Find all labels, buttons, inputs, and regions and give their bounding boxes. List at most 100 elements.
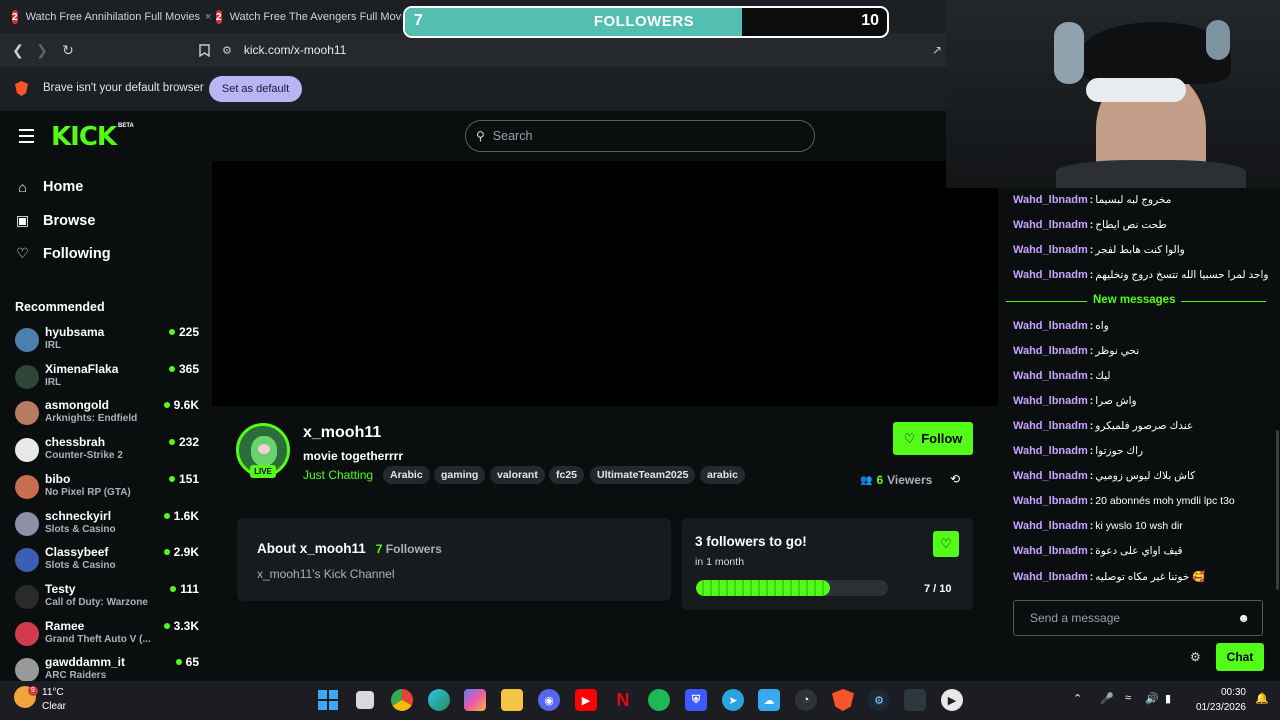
volume-icon[interactable]: 🔊 <box>1145 692 1159 705</box>
close-tab-icon[interactable]: × <box>205 11 211 23</box>
edge-icon[interactable] <box>428 689 450 711</box>
set-as-default-button[interactable]: Set as default <box>209 76 302 102</box>
chat-username[interactable]: Wahd_lbnadm <box>1013 219 1088 231</box>
chat-message[interactable]: Wahd_lbnadm:20 abonnés moh ymdli lpc t3o <box>1013 495 1235 507</box>
share-icon[interactable]: ⟲ <box>950 472 960 486</box>
recommended-channel[interactable]: Ramee Grand Theft Auto V (... 3.3K <box>15 619 199 653</box>
bookmark-icon[interactable] <box>195 41 213 59</box>
cloud-app-icon[interactable]: ☁ <box>758 689 780 711</box>
menu-icon[interactable] <box>19 129 34 143</box>
chat-username[interactable]: Wahd_lbnadm <box>1013 395 1088 407</box>
spotify-icon[interactable] <box>648 689 670 711</box>
recommended-channel[interactable]: schneckyirl Slots & Casino 1.6K <box>15 509 199 543</box>
discord-icon[interactable]: ◉ <box>538 689 560 711</box>
chat-message[interactable]: Wahd_lbnadm: واش صرا <box>1013 395 1137 407</box>
chat-username[interactable]: Wahd_lbnadm <box>1013 345 1088 357</box>
chat-username[interactable]: Wahd_lbnadm <box>1013 445 1088 457</box>
youtube-icon[interactable]: ▶ <box>575 689 597 711</box>
chat-username[interactable]: Wahd_lbnadm <box>1013 520 1088 532</box>
recommended-channel[interactable]: chessbrah Counter-Strike 2 232 <box>15 435 199 469</box>
tag-chip[interactable]: UltimateTeam2025 <box>590 466 696 484</box>
tag-chip[interactable]: valorant <box>490 466 545 484</box>
steam-icon[interactable]: ⚙ <box>868 689 890 711</box>
notification-bell-icon[interactable]: 🔔 <box>1255 692 1269 705</box>
chat-message-input[interactable]: Send a message ☻ <box>1013 600 1263 636</box>
start-icon[interactable] <box>317 689 339 711</box>
wifi-icon[interactable]: ≈ <box>1125 692 1131 704</box>
search-input[interactable]: ⚲ Search <box>465 120 815 152</box>
obs-icon[interactable]: ◔ <box>795 689 817 711</box>
sidebar-item-browse[interactable]: ▣ Browse <box>15 212 96 229</box>
follow-heart-button[interactable]: ♡ <box>933 531 959 557</box>
chat-message[interactable]: Wahd_lbnadm: كاش بلاك ليوس زوميي <box>1013 470 1195 482</box>
clock-date[interactable]: 01/23/2026 <box>1184 702 1246 713</box>
chat-message[interactable]: Wahd_lbnadm: طحت نص ايطاح <box>1013 219 1167 231</box>
chat-message[interactable]: Wahd_lbnadm: والوا كنت هابط لفجر <box>1013 244 1185 256</box>
chat-username[interactable]: Wahd_lbnadm <box>1013 194 1088 206</box>
recommended-channel[interactable]: hyubsama IRL 225 <box>15 325 199 359</box>
netflix-icon[interactable]: N <box>612 689 634 711</box>
browser-tab[interactable]: 2 Watch Free The Avengers Full Movies <box>216 6 402 28</box>
chrome-icon[interactable] <box>391 689 413 711</box>
media-player-icon[interactable]: ▶ <box>941 689 963 711</box>
tag-chip[interactable]: Arabic <box>383 466 430 484</box>
clock-time[interactable]: 00:30 <box>1190 687 1246 698</box>
sidebar-item-following[interactable]: ♡ Following <box>15 245 110 262</box>
chat-message[interactable]: Wahd_lbnadm: ليك <box>1013 370 1110 382</box>
recommended-channel[interactable]: bibo No Pixel RP (GTA) 151 <box>15 472 199 506</box>
chat-username[interactable]: Wahd_lbnadm <box>1013 320 1088 332</box>
recommended-channel[interactable]: Testy Call of Duty: Warzone 111 <box>15 582 199 616</box>
microphone-icon[interactable]: 🎤 <box>1100 692 1114 705</box>
reload-icon[interactable]: ↻ <box>59 41 77 59</box>
chat-message[interactable]: Wahd_lbnadm: واحد لمرا حسبيا الله تتسخ در… <box>1013 269 1268 281</box>
chat-username[interactable]: Wahd_lbnadm <box>1013 370 1088 382</box>
chat-username[interactable]: Wahd_lbnadm <box>1013 495 1088 507</box>
kick-logo[interactable]: KICK <box>51 122 117 152</box>
share-icon[interactable]: ↗ <box>932 43 942 57</box>
recommended-channel[interactable]: asmongold Arknights: Endfield 9.6K <box>15 398 199 432</box>
chat-message[interactable]: Wahd_lbnadm: راك حوزتوا <box>1013 445 1143 457</box>
chat-username[interactable]: Wahd_lbnadm <box>1013 269 1088 281</box>
copilot-icon[interactable] <box>464 689 486 711</box>
back-icon[interactable]: ❮ <box>9 41 27 59</box>
chat-settings-icon[interactable]: ⚙ <box>1190 650 1201 664</box>
bitwarden-icon[interactable]: ⛨ <box>685 689 707 711</box>
site-settings-icon[interactable]: ⚙ <box>222 44 232 57</box>
file-explorer-icon[interactable] <box>501 689 523 711</box>
address-bar[interactable]: ⚙ kick.com/x-mooh11 ↗ <box>222 39 946 61</box>
chat-scrollbar[interactable] <box>1276 430 1279 590</box>
chat-message[interactable]: Wahd_lbnadm: خوتنا غير مكاه توصليه 🥰 <box>1013 570 1205 584</box>
chat-username[interactable]: Wahd_lbnadm <box>1013 244 1088 256</box>
task-view-icon[interactable] <box>356 691 374 709</box>
recommended-channel[interactable]: XimenaFlaka IRL 365 <box>15 362 199 396</box>
tag-chip[interactable]: gaming <box>434 466 486 484</box>
forward-icon[interactable]: ❯ <box>33 41 51 59</box>
chat-message[interactable]: Wahd_lbnadm: مخروج لبه لبسيما <box>1013 194 1171 206</box>
chat-username[interactable]: Wahd_lbnadm <box>1013 470 1088 482</box>
chat-message[interactable]: Wahd_lbnadm: واه <box>1013 320 1109 332</box>
channel-name[interactable]: x_mooh11 <box>303 424 381 442</box>
chat-message[interactable]: Wahd_lbnadm: نحي نوظر <box>1013 345 1139 357</box>
emoji-icon[interactable]: ☻ <box>1237 611 1250 625</box>
chat-message[interactable]: Wahd_lbnadm: ki ywslo 10 wsh dir <box>1013 520 1183 532</box>
chat-username[interactable]: Wahd_lbnadm <box>1013 545 1088 557</box>
app-icon[interactable] <box>904 689 926 711</box>
send-chat-button[interactable]: Chat <box>1216 643 1264 671</box>
browser-tab[interactable]: 2 Watch Free Annihilation Full Movies <box>12 6 200 28</box>
video-player[interactable] <box>212 161 998 406</box>
telegram-icon[interactable]: ➤ <box>722 689 744 711</box>
battery-icon[interactable]: ▮ <box>1165 692 1171 705</box>
stream-category-link[interactable]: Just Chatting <box>303 468 373 482</box>
recommended-channel[interactable]: Classybeef Slots & Casino 2.9K <box>15 545 199 579</box>
live-dot-icon <box>163 512 170 519</box>
tray-overflow-icon[interactable]: ⌃ <box>1073 692 1082 705</box>
tag-chip[interactable]: arabic <box>700 466 745 484</box>
sidebar-item-home[interactable]: ⌂ Home <box>15 179 83 195</box>
chat-message[interactable]: Wahd_lbnadm: قيف اواي على دعوة <box>1013 545 1183 557</box>
follow-button[interactable]: ♡ Follow <box>893 422 973 455</box>
tab-title: Watch Free Annihilation Full Movies <box>25 11 200 23</box>
chat-username[interactable]: Wahd_lbnadm <box>1013 571 1088 583</box>
chat-message[interactable]: Wahd_lbnadm: عندك صرصور فلميكرو <box>1013 420 1193 432</box>
chat-username[interactable]: Wahd_lbnadm <box>1013 420 1088 432</box>
tag-chip[interactable]: fc25 <box>549 466 585 484</box>
